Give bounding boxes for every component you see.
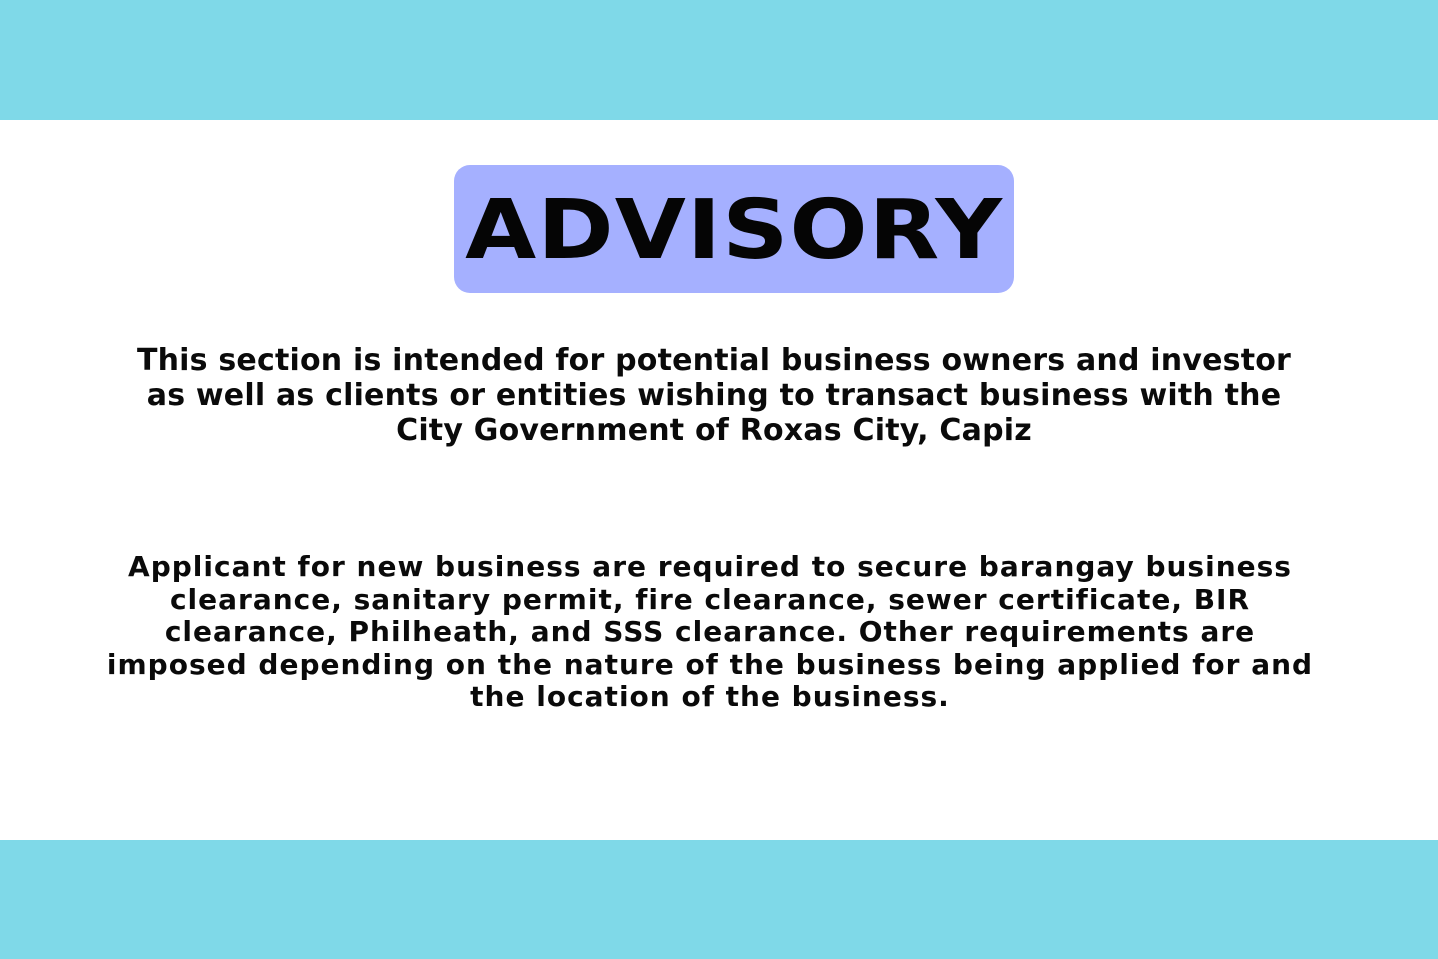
requirements-line: imposed depending on the nature of the b… (106, 647, 1314, 681)
intro-line: City Government of Roxas City, Capiz (396, 413, 1032, 448)
requirements-paragraph: Applicant for new business are required … (10, 550, 1410, 714)
intro-line: as well as clients or entities wishing t… (146, 378, 1282, 413)
bottom-banner-band (0, 840, 1438, 959)
intro-paragraph: This section is intended for potential b… (60, 343, 1368, 448)
requirements-line: the location of the business. (470, 680, 950, 713)
requirements-line: clearance, sanitary permit, fire clearan… (169, 582, 1251, 616)
requirements-line: Applicant for new business are required … (128, 550, 1292, 583)
intro-line: This section is intended for potential b… (136, 343, 1292, 378)
advisory-badge: ADVISORY (454, 165, 1014, 293)
top-banner-band (0, 0, 1438, 120)
advisory-title: ADVISORY (465, 183, 1003, 278)
requirements-line: clearance, Philheath, and SSS clearance.… (164, 615, 1256, 648)
